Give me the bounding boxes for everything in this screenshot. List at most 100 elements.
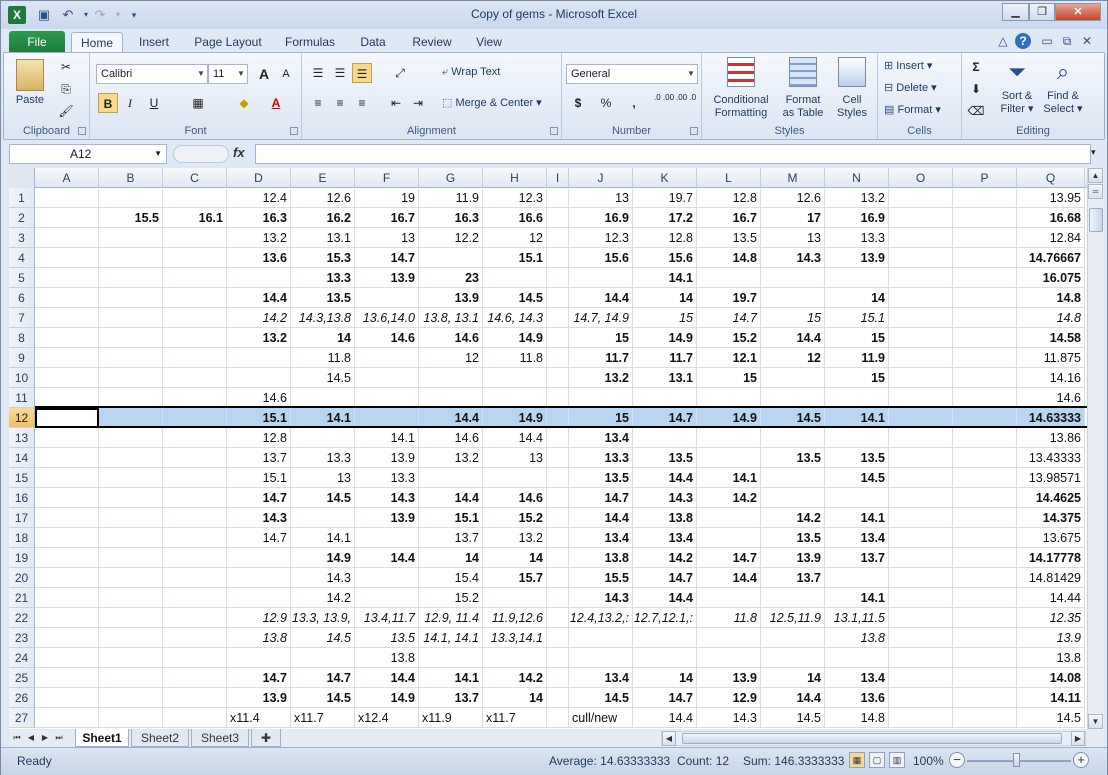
tab-page-layout[interactable]: Page Layout: [187, 32, 269, 53]
cell-b27[interactable]: [99, 708, 163, 728]
cell-b6[interactable]: [99, 288, 163, 308]
cell-h23[interactable]: 13.3,14.1: [483, 628, 547, 648]
cell-b17[interactable]: [99, 508, 163, 528]
cell-c21[interactable]: [163, 588, 227, 608]
underline-button[interactable]: U: [144, 93, 164, 113]
cell-b16[interactable]: [99, 488, 163, 508]
cell-n26[interactable]: 13.6: [825, 688, 889, 708]
horizontal-scrollbar[interactable]: ◀ ▶: [661, 731, 1086, 746]
font-name-combo[interactable]: Calibri ▼: [96, 64, 208, 84]
cell-g21[interactable]: 15.2: [419, 588, 483, 608]
cell-a1[interactable]: [35, 188, 99, 208]
cell-e16[interactable]: 14.5: [291, 488, 355, 508]
cell-m1[interactable]: 12.6: [761, 188, 825, 208]
cell-m15[interactable]: [761, 468, 825, 488]
cell-p5[interactable]: [953, 268, 1017, 288]
cell-c22[interactable]: [163, 608, 227, 628]
cell-n1[interactable]: 13.2: [825, 188, 889, 208]
cell-i26[interactable]: [547, 688, 569, 708]
cell-n20[interactable]: [825, 568, 889, 588]
zoom-level[interactable]: 100%: [913, 754, 944, 768]
cell-l22[interactable]: 11.8: [697, 608, 761, 628]
cell-q9[interactable]: 11.875: [1017, 348, 1085, 368]
cell-n19[interactable]: 13.7: [825, 548, 889, 568]
cell-d23[interactable]: 13.8: [227, 628, 291, 648]
cell-b9[interactable]: [99, 348, 163, 368]
cell-l27[interactable]: 14.3: [697, 708, 761, 728]
sheet-tab-sheet2[interactable]: Sheet2: [131, 729, 189, 747]
cell-p18[interactable]: [953, 528, 1017, 548]
cell-m23[interactable]: [761, 628, 825, 648]
cell-k24[interactable]: [633, 648, 697, 668]
row-header[interactable]: 16: [9, 488, 35, 508]
close-icon[interactable]: ✕: [1055, 3, 1101, 21]
align-right-icon[interactable]: ≡: [352, 93, 372, 113]
merge-center-button[interactable]: ⬚ Merge & Center ▾: [442, 96, 542, 109]
cell-l8[interactable]: 15.2: [697, 328, 761, 348]
cell-o15[interactable]: [889, 468, 953, 488]
cell-p24[interactable]: [953, 648, 1017, 668]
cell-m21[interactable]: [761, 588, 825, 608]
select-all-corner[interactable]: [9, 168, 35, 188]
cell-n5[interactable]: [825, 268, 889, 288]
cell-g6[interactable]: 13.9: [419, 288, 483, 308]
paste-button[interactable]: Paste: [12, 57, 48, 115]
cell-o11[interactable]: [889, 388, 953, 408]
column-header-g[interactable]: G: [419, 168, 483, 188]
cell-b1[interactable]: [99, 188, 163, 208]
cell-d11[interactable]: 14.6: [227, 388, 291, 408]
cell-f14[interactable]: 13.9: [355, 448, 419, 468]
cell-q21[interactable]: 14.44: [1017, 588, 1085, 608]
cell-styles-button[interactable]: Cell Styles: [832, 57, 872, 120]
cell-d6[interactable]: 14.4: [227, 288, 291, 308]
cell-k5[interactable]: 14.1: [633, 268, 697, 288]
cell-b26[interactable]: [99, 688, 163, 708]
page-layout-view-icon[interactable]: ▢: [869, 752, 885, 768]
row-header[interactable]: 19: [9, 548, 35, 568]
cell-p10[interactable]: [953, 368, 1017, 388]
cell-a18[interactable]: [35, 528, 99, 548]
cell-a16[interactable]: [35, 488, 99, 508]
cell-o14[interactable]: [889, 448, 953, 468]
cell-a13[interactable]: [35, 428, 99, 448]
number-launcher-icon[interactable]: [690, 127, 698, 135]
cell-d7[interactable]: 14.2: [227, 308, 291, 328]
cell-c9[interactable]: [163, 348, 227, 368]
cell-j26[interactable]: 14.5: [569, 688, 633, 708]
cell-p12[interactable]: [953, 408, 1017, 428]
cell-i4[interactable]: [547, 248, 569, 268]
cell-j9[interactable]: 11.7: [569, 348, 633, 368]
cell-n25[interactable]: 13.4: [825, 668, 889, 688]
cell-b20[interactable]: [99, 568, 163, 588]
tab-insert[interactable]: Insert: [129, 32, 179, 53]
cell-o22[interactable]: [889, 608, 953, 628]
cell-a23[interactable]: [35, 628, 99, 648]
cell-h27[interactable]: x11.7: [483, 708, 547, 728]
cell-c7[interactable]: [163, 308, 227, 328]
find-select-button[interactable]: ⌕ Find & Select ▾: [1040, 57, 1086, 116]
cell-f26[interactable]: 14.9: [355, 688, 419, 708]
fill-color-icon[interactable]: ◆: [234, 93, 254, 113]
cell-a2[interactable]: [35, 208, 99, 228]
cell-d19[interactable]: [227, 548, 291, 568]
cell-m10[interactable]: [761, 368, 825, 388]
column-header-n[interactable]: N: [825, 168, 889, 188]
cell-k23[interactable]: [633, 628, 697, 648]
cell-d13[interactable]: 12.8: [227, 428, 291, 448]
cell-k13[interactable]: [633, 428, 697, 448]
cell-h2[interactable]: 16.6: [483, 208, 547, 228]
cell-h14[interactable]: 13: [483, 448, 547, 468]
increase-decimal-icon[interactable]: .0 .00: [654, 93, 674, 113]
cell-k20[interactable]: 14.7: [633, 568, 697, 588]
cell-d17[interactable]: 14.3: [227, 508, 291, 528]
cell-h4[interactable]: 15.1: [483, 248, 547, 268]
column-header-p[interactable]: P: [953, 168, 1017, 188]
cell-d18[interactable]: 14.7: [227, 528, 291, 548]
cell-h8[interactable]: 14.9: [483, 328, 547, 348]
cell-o4[interactable]: [889, 248, 953, 268]
cell-i23[interactable]: [547, 628, 569, 648]
column-header-f[interactable]: F: [355, 168, 419, 188]
currency-icon[interactable]: $: [568, 93, 588, 113]
cell-f8[interactable]: 14.6: [355, 328, 419, 348]
cell-d2[interactable]: 16.3: [227, 208, 291, 228]
